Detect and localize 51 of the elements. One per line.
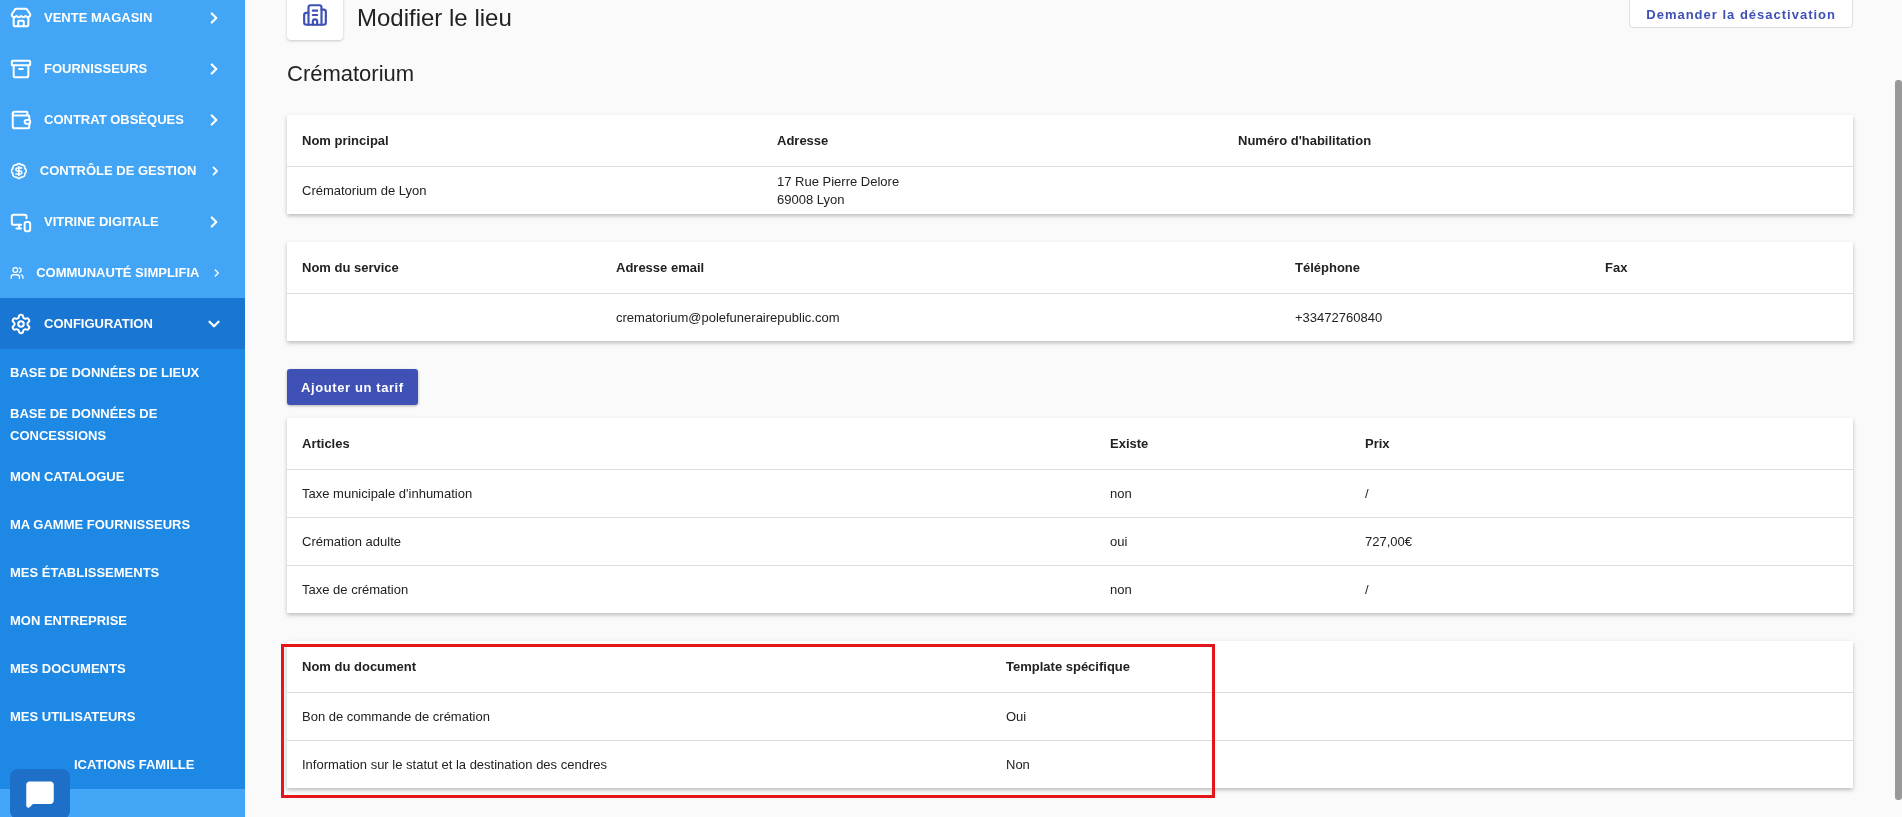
deactivation-button[interactable]: Demander la désactivation bbox=[1629, 0, 1853, 28]
table-cell-text: 727,00€ bbox=[1365, 532, 1413, 551]
table-cell-text: Bon de commande de crémation bbox=[302, 707, 491, 726]
table-cell-text: Taxe municipale d'inhumation bbox=[302, 484, 474, 503]
add-rate-button[interactable]: Ajouter un tarif bbox=[287, 369, 418, 405]
table-cell-text: Oui bbox=[1006, 707, 1028, 726]
table-cell-text: Crématorium de Lyon bbox=[302, 181, 428, 200]
column-header: Prix bbox=[1365, 434, 1391, 453]
section-title: Crématorium bbox=[287, 61, 416, 87]
page-title: Modifier le lieu bbox=[357, 4, 513, 32]
sidebar-subitem[interactable]: MES UTILISATEURS bbox=[0, 693, 245, 741]
column-header: Articles bbox=[302, 434, 351, 453]
scrollbar[interactable] bbox=[1895, 80, 1902, 800]
table-cell-text: non bbox=[1110, 484, 1133, 503]
table-cell-text: Information sur le statut et la destination des cendres bbox=[302, 755, 608, 774]
chat-icon bbox=[25, 779, 55, 809]
sidebar-subitem[interactable]: MON CATALOGUE bbox=[0, 453, 245, 501]
column-header: Template spécifique bbox=[1006, 657, 1131, 676]
table-cell-text: Taxe de crémation bbox=[302, 580, 410, 599]
sidebar-subitem[interactable]: ICATIONS FAMILLE bbox=[0, 741, 245, 789]
sidebar-item[interactable]: CONFIGURATION bbox=[0, 298, 245, 349]
table-cell-text: 17 Rue Pierre Delore 69008 Lyon bbox=[777, 172, 901, 209]
menu-item-icon bbox=[10, 108, 32, 131]
menu-item-icon bbox=[10, 312, 32, 335]
table-cell-text: crematorium@polefunerairepublic.com bbox=[616, 308, 841, 327]
table-cell-text: / bbox=[1365, 580, 1370, 599]
column-header: Nom principal bbox=[302, 131, 390, 150]
column-header: Téléphone bbox=[1295, 258, 1361, 277]
table-cell-text: oui bbox=[1110, 532, 1129, 551]
column-header: Nom du document bbox=[302, 657, 418, 676]
sidebar-subitem[interactable]: MES ÉTABLISSEMENTS bbox=[0, 549, 245, 597]
column-header: Nom du service bbox=[302, 258, 400, 277]
chat-button[interactable] bbox=[10, 769, 70, 817]
table-cell-text: +33472760840 bbox=[1295, 308, 1384, 327]
menu-item-icon bbox=[10, 57, 32, 80]
table-cell-text: non bbox=[1110, 580, 1133, 599]
column-header: Adresse email bbox=[616, 258, 706, 277]
sidebar-subitem[interactable]: MON ENTREPRISE bbox=[0, 597, 245, 645]
sidebar-subitem[interactable]: BASE DE DONNÉES DE LIEUX bbox=[0, 349, 245, 397]
sidebar-subitem[interactable]: MA GAMME FOURNISSEURS bbox=[0, 501, 245, 549]
menu-item-icon bbox=[10, 6, 32, 29]
column-header: Fax bbox=[1605, 258, 1629, 277]
table-cell-text: / bbox=[1365, 484, 1370, 503]
sidebar-subitem[interactable]: MES DOCUMENTS bbox=[0, 645, 245, 693]
sidebar-subitem[interactable]: BASE DE DONNÉES DE CONCESSIONS bbox=[0, 397, 245, 453]
column-header: Adresse bbox=[777, 131, 830, 150]
building-icon bbox=[302, 2, 328, 28]
table-cell-text: Crémation adulte bbox=[302, 532, 402, 551]
column-header: Existe bbox=[1110, 434, 1150, 453]
table-cell-text: Non bbox=[1006, 755, 1031, 774]
column-header: Numéro d'habilitation bbox=[1238, 131, 1373, 150]
